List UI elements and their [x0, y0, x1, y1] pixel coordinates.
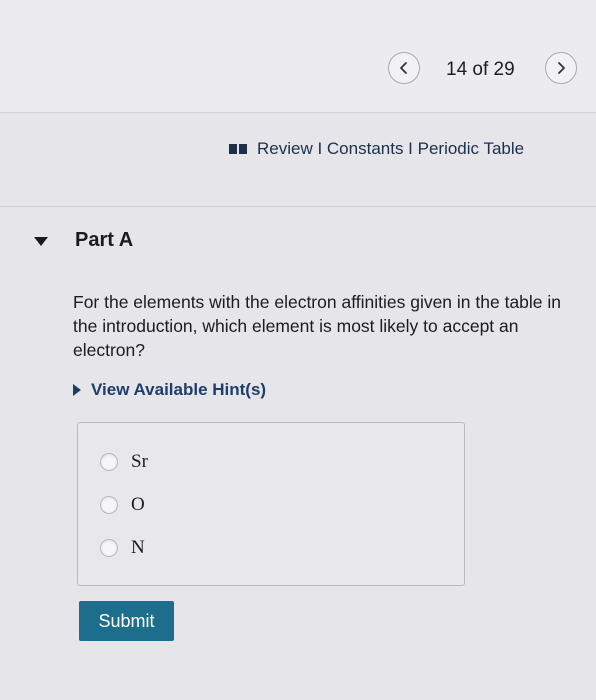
question-text: For the elements with the electron affin…	[73, 292, 562, 360]
answer-option[interactable]: Sr	[100, 451, 148, 473]
answer-options-box: Sr O N	[77, 422, 465, 586]
option-label: N	[131, 537, 145, 558]
question-counter: 14 of 29	[446, 59, 515, 80]
top-navigation-bar	[0, 0, 596, 112]
part-title[interactable]: Part A	[75, 229, 133, 252]
next-question-button[interactable]	[545, 52, 577, 84]
book-icon	[229, 144, 247, 154]
hint-label[interactable]: View Available Hint(s)	[91, 380, 266, 400]
collapse-arrow-icon[interactable]	[34, 237, 48, 246]
section-divider	[0, 206, 596, 207]
answer-option[interactable]: N	[100, 537, 145, 559]
option-label: Sr	[131, 451, 148, 472]
divider	[0, 112, 596, 113]
radio-button[interactable]	[100, 496, 118, 514]
answer-option[interactable]: O	[100, 494, 145, 516]
radio-button[interactable]	[100, 453, 118, 471]
radio-button[interactable]	[100, 539, 118, 557]
resource-links-text[interactable]: Review I Constants I Periodic Table	[257, 139, 524, 159]
chevron-right-icon	[558, 62, 565, 74]
expand-arrow-icon	[73, 384, 81, 396]
previous-question-button[interactable]	[388, 52, 420, 84]
view-hints-toggle[interactable]: View Available Hint(s)	[73, 380, 266, 400]
submit-button[interactable]: Submit	[79, 601, 174, 641]
chevron-left-icon	[400, 62, 407, 74]
resource-links[interactable]: Review I Constants I Periodic Table	[228, 139, 524, 159]
option-label: O	[131, 494, 145, 515]
